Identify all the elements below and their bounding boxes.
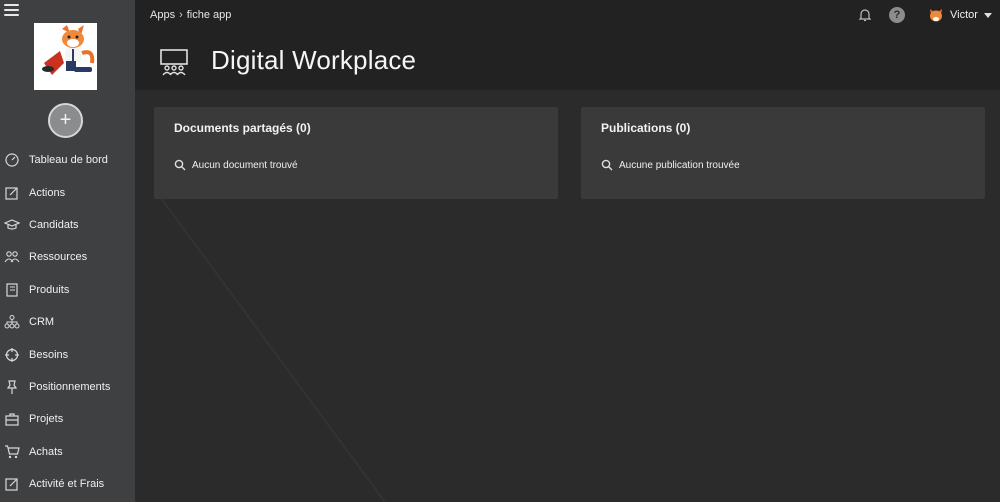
pin-icon (6, 380, 18, 394)
company-logo (34, 23, 97, 90)
page-title: Digital Workplace (211, 45, 417, 75)
edit-icon (5, 478, 18, 491)
team-presentation-icon (160, 49, 188, 76)
documents-panel-title: Documents partagés (0) (174, 121, 311, 135)
book-icon (6, 283, 18, 297)
sidebar-item-label: Achats (29, 445, 63, 458)
sidebar-item-label: Candidats (29, 218, 79, 231)
sidebar-item-label: Projets (29, 413, 64, 426)
sidebar-item-achats[interactable]: Achats (0, 436, 135, 468)
sidebar-item-ressources[interactable]: Ressources (0, 241, 135, 273)
publications-panel-title: Publications (0) (601, 121, 691, 135)
users-icon (4, 251, 20, 263)
sidebar-item-projets[interactable]: Projets (0, 403, 135, 435)
publications-empty-state: Aucune publication trouvée (601, 159, 740, 171)
sidebar-item-label: Ressources (29, 251, 88, 264)
publications-panel: Publications (0) Aucune publication trou… (581, 107, 985, 199)
documents-empty-state: Aucun document trouvé (174, 159, 298, 171)
header: Apps › fiche app ? Victor Digital Workpl… (135, 0, 1000, 90)
user-menu[interactable]: Victor (928, 6, 992, 24)
sidebar-item-produits[interactable]: Produits (0, 274, 135, 306)
sidebar-item-candidats[interactable]: Candidats (0, 209, 135, 241)
help-icon[interactable]: ? (889, 7, 905, 23)
sidebar-item-actions[interactable]: Actions (0, 176, 135, 208)
breadcrumb: Apps › fiche app (150, 9, 231, 21)
user-name: Victor (950, 9, 978, 21)
sidebar-item-label: Besoins (29, 348, 69, 361)
sidebar-item-positionnements[interactable]: Positionnements (0, 371, 135, 403)
sidebar-item-tableau-de-bord[interactable]: Tableau de bord (0, 144, 135, 176)
graduation-cap-icon (4, 219, 20, 230)
sidebar: + Tableau de bord Actions Candidats Ress… (0, 0, 135, 502)
breadcrumb-apps-link[interactable]: Apps (150, 9, 175, 21)
publications-empty-text: Aucune publication trouvée (619, 159, 740, 171)
search-icon (174, 159, 186, 171)
sidebar-nav: Tableau de bord Actions Candidats Ressou… (0, 144, 135, 500)
sidebar-item-label: CRM (29, 316, 55, 329)
sidebar-item-label: Positionnements (29, 380, 111, 393)
add-button[interactable]: + (48, 103, 83, 138)
sidebar-item-label: Produits (29, 283, 70, 296)
documents-panel: Documents partagés (0) Aucun document tr… (154, 107, 558, 199)
sidebar-item-crm[interactable]: CRM (0, 306, 135, 338)
briefcase-icon (5, 413, 19, 426)
sidebar-item-activite-et-frais[interactable]: Activité et Frais (0, 468, 135, 500)
dashboard-icon (5, 153, 19, 167)
menu-icon[interactable] (4, 4, 19, 16)
sidebar-item-label: Activité et Frais (29, 478, 105, 491)
cart-icon (5, 445, 20, 458)
avatar (930, 9, 942, 22)
search-icon (601, 159, 613, 171)
caret-down-icon (983, 12, 992, 18)
edit-icon (5, 186, 18, 200)
sidebar-item-besoins[interactable]: Besoins (0, 338, 135, 370)
chevron-right-icon: › (179, 9, 183, 21)
crosshair-icon (5, 347, 19, 362)
sidebar-item-label: Tableau de bord (29, 154, 108, 167)
documents-empty-text: Aucun document trouvé (192, 159, 298, 171)
sitemap-icon (4, 315, 20, 329)
sidebar-item-label: Actions (29, 186, 66, 199)
breadcrumb-current: fiche app (186, 9, 232, 21)
bell-icon[interactable] (857, 7, 873, 23)
